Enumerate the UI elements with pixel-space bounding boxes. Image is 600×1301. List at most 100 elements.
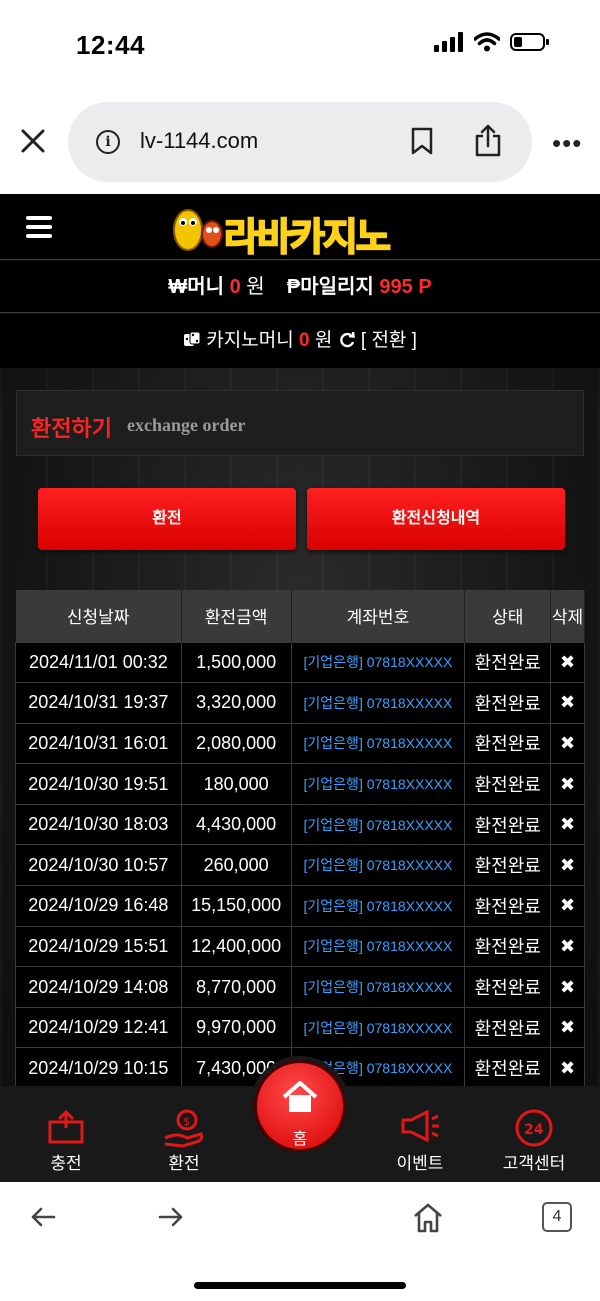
back-icon[interactable] <box>28 1202 58 1232</box>
table-row: 2024/10/30 10:57 260,000 [기업은행] 07818XXXXX… <box>15 844 585 887</box>
table-header-row: 신청날짜 환전금액 계좌번호 상태 삭제 <box>15 590 585 642</box>
cell-amount: 4,430,000 <box>180 803 292 846</box>
money-value: 0 <box>229 276 241 298</box>
cell-status: 환전완료 <box>464 844 552 887</box>
share-icon[interactable] <box>474 124 502 158</box>
forward-icon[interactable] <box>156 1202 186 1232</box>
cell-status: 환전완료 <box>464 682 552 724</box>
cell-account: [기업은행] 07818XXXXX <box>290 966 466 1008</box>
svg-text:$: $ <box>183 1115 190 1128</box>
delete-icon[interactable]: ✖ <box>550 803 585 846</box>
delete-icon[interactable]: ✖ <box>550 1047 585 1090</box>
cell-date: 2024/10/29 12:41 <box>15 1006 182 1049</box>
cell-account: [기업은행] 07818XXXXX <box>290 722 466 765</box>
cell-account: [기업은행] 07818XXXXX <box>290 682 466 724</box>
address-bar[interactable]: i lv-1144.com <box>68 102 532 182</box>
col-status: 상태 <box>464 590 552 642</box>
refresh-icon[interactable] <box>338 331 356 349</box>
cell-status: 환전완료 <box>464 641 552 684</box>
delete-icon[interactable]: ✖ <box>550 966 585 1008</box>
close-icon[interactable] <box>18 126 48 156</box>
convert-button[interactable]: [ 전환 ] <box>361 330 417 351</box>
cell-status: 환전완료 <box>464 885 552 927</box>
cell-account: [기업은행] 07818XXXXX <box>290 885 466 927</box>
cell-date: 2024/10/29 15:51 <box>15 925 182 968</box>
logo-text: 라바카지노 <box>223 214 392 260</box>
tabs-icon[interactable]: 4 <box>542 1202 572 1232</box>
table-row: 2024/10/29 14:08 8,770,000 [기업은행] 07818XXX… <box>15 966 585 1008</box>
delete-icon[interactable]: ✖ <box>550 763 585 805</box>
menu-icon[interactable] <box>26 216 52 238</box>
cell-status: 환전완료 <box>464 1006 552 1049</box>
casino-money-unit: 원 <box>314 330 333 351</box>
nav-event-label: 이벤트 <box>396 1154 444 1173</box>
cell-status: 환전완료 <box>464 763 552 805</box>
cell-account: [기업은행] 07818XXXXX <box>290 641 466 684</box>
table-row: 2024/10/31 19:37 3,320,000 [기업은행] 07818XXX… <box>15 682 585 724</box>
support-24-icon: 24 <box>515 1109 553 1147</box>
exchange-button[interactable]: 환전 <box>38 488 296 550</box>
cell-amount: 9,970,000 <box>180 1006 292 1049</box>
nav-exchange[interactable]: $ 환전 <box>124 1086 244 1182</box>
megaphone-icon <box>401 1109 439 1143</box>
delete-icon[interactable]: ✖ <box>550 925 585 968</box>
browser-toolbar: i lv-1144.com ••• <box>0 90 600 194</box>
cell-status: 환전완료 <box>464 966 552 1008</box>
browser-bottom-toolbar: 4 <box>0 1182 600 1301</box>
cell-status: 환전완료 <box>464 722 552 765</box>
home-indicator <box>194 1282 406 1289</box>
cell-account: [기업은행] 07818XXXXX <box>290 763 466 805</box>
cell-date: 2024/10/30 19:51 <box>15 763 182 805</box>
col-date: 신청날짜 <box>15 590 182 642</box>
cell-amount: 180,000 <box>180 763 292 805</box>
delete-icon[interactable]: ✖ <box>550 885 585 927</box>
col-account: 계좌번호 <box>291 590 466 642</box>
delete-icon[interactable]: ✖ <box>550 1006 585 1049</box>
delete-icon[interactable]: ✖ <box>550 844 585 887</box>
delete-icon[interactable]: ✖ <box>550 682 585 724</box>
mileage-label: ₱마일리지 <box>286 276 374 298</box>
site-header: 라바카지노 <box>0 194 600 260</box>
cell-account: [기업은행] 07818XXXXX <box>290 1006 466 1049</box>
col-amount: 환전금액 <box>181 590 292 642</box>
casino-money-value: 0 <box>298 330 310 351</box>
page-title-panel: 환전하기 exchange order <box>16 390 584 456</box>
site-content: 라바카지노 ₩머니 0 원 ₱마일리지 995 P 카지노머니 0 원 [ 전환… <box>0 194 600 1182</box>
table-row: 2024/10/31 16:01 2,080,000 [기업은행] 07818XXX… <box>15 722 585 765</box>
balance-row: ₩머니 0 원 ₱마일리지 995 P <box>0 261 600 313</box>
home-icon[interactable] <box>412 1202 444 1234</box>
col-delete: 삭제 <box>550 590 585 642</box>
nav-event[interactable]: 이벤트 <box>360 1086 480 1182</box>
page-title: 환전하기 <box>31 416 112 441</box>
cell-amount: 1,500,000 <box>180 641 292 684</box>
site-logo[interactable]: 라바카지노 <box>166 202 436 260</box>
mileage-value: 995 P <box>379 276 432 298</box>
delete-icon[interactable]: ✖ <box>550 722 585 765</box>
table-row: 2024/10/29 16:48 15,150,000 [기업은행] 07818XX… <box>15 885 585 927</box>
cell-date: 2024/10/30 18:03 <box>15 803 182 846</box>
nav-exchange-label: 환전 <box>168 1154 200 1173</box>
info-icon[interactable]: i <box>96 130 120 154</box>
money-label: ₩머니 <box>168 276 224 298</box>
nav-deposit-label: 충전 <box>50 1154 82 1173</box>
nav-support[interactable]: 24 고객센터 <box>474 1086 594 1182</box>
nav-deposit[interactable]: 충전 <box>6 1086 126 1182</box>
nav-home-button[interactable]: 홈 <box>254 1060 346 1152</box>
cell-amount: 12,400,000 <box>180 925 292 968</box>
exchange-history-button[interactable]: 환전신청내역 <box>307 488 565 550</box>
url-text[interactable]: lv-1144.com <box>140 128 258 154</box>
cell-amount: 15,150,000 <box>180 885 292 927</box>
table-row: 2024/10/29 12:41 9,970,000 [기업은행] 07818XXX… <box>15 1006 585 1049</box>
more-icon[interactable]: ••• <box>552 128 582 159</box>
delete-icon[interactable]: ✖ <box>550 641 585 684</box>
table-row: 2024/10/30 18:03 4,430,000 [기업은행] 07818XXX… <box>15 803 585 846</box>
bookmark-icon[interactable] <box>410 126 434 156</box>
cell-date: 2024/10/30 10:57 <box>15 844 182 887</box>
cell-date: 2024/10/31 19:37 <box>15 682 182 724</box>
cell-date: 2024/10/29 10:15 <box>15 1047 182 1090</box>
cell-status: 환전완료 <box>464 1047 552 1090</box>
svg-text:24: 24 <box>524 1122 544 1138</box>
casino-money-row: 카지노머니 0 원 [ 전환 ] <box>0 314 600 368</box>
cell-amount: 3,320,000 <box>180 682 292 724</box>
cell-status: 환전완료 <box>464 925 552 968</box>
